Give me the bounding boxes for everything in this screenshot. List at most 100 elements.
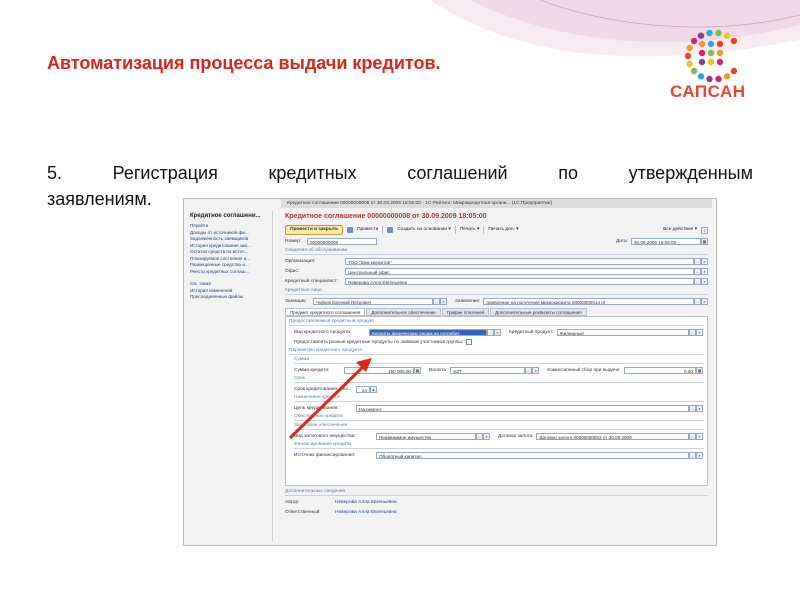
search-icon[interactable]: ⌕ [532,366,540,374]
number-field[interactable]: 00000000008 [307,237,377,245]
save-icon[interactable] [347,227,354,233]
select-button[interactable]: … [689,328,696,336]
logo-dot [707,58,715,66]
funding-label: Источник финансирования: [294,452,356,458]
search-icon[interactable]: ⌕ [440,297,447,305]
left-nav-header: Кредитное соглашени... [190,213,261,219]
funding-field[interactable]: Оборотный капитал [376,451,689,459]
all-actions-button[interactable]: Все действия ▾ [663,226,697,234]
borrower-field[interactable]: Чуйков Евгений Петрович [313,297,433,305]
org-row: Организация: ТОО "Дом кредитов" … ⌕ [285,257,708,265]
logo-dot [716,49,724,57]
responsible-value: Неверова Алла Евгеньевна [335,509,397,515]
left-nav-panel: Кредитное соглашени... Перейти Доходы от… [188,211,270,541]
purpose-field[interactable]: На ремонт [356,404,689,412]
fee-field[interactable]: 0,00 [623,366,696,374]
section-service: Сведения об обслуживании [285,248,708,255]
specialist-field[interactable]: Неверова Алла Евгеньевна [345,277,694,285]
author-row: Автор: Неверова Алла Евгеньевна [285,498,708,506]
select-button[interactable]: … [487,328,494,336]
term-field[interactable]: 24 [356,385,370,393]
create-based-button[interactable]: Создать на основании ▾ [397,226,451,234]
sum-row: Сумма кредита: 150 000,00 ▦ Валюта: KZT … [294,366,703,374]
section-params: Параметры кредитного продукта [289,348,704,355]
section-pledge: Залоговое обеспечение [294,423,704,430]
document-form: Кредитное соглашение 00000000008 от 30.0… [281,199,712,545]
logo-dot [707,40,715,48]
body-word: соглашений [407,163,508,183]
logo-dot [723,73,731,80]
select-button[interactable]: … [694,277,701,285]
search-icon[interactable]: ⌕ [696,451,703,459]
search-icon[interactable]: ⌕ [696,432,703,440]
number-label: Номер: [285,238,302,244]
date-field[interactable]: 30.09.2009 18:05:00 [631,237,701,245]
section-product: Предоставляемый кредитный продукт [289,319,704,326]
search-icon[interactable]: ⌕ [696,404,703,412]
list-icon[interactable] [387,227,394,233]
purpose-label: Цель кредитования: [294,405,339,411]
logo-dot [706,29,713,37]
tab-payment-schedule[interactable]: График платежей [441,308,490,316]
provide-checkbox[interactable] [466,339,473,345]
search-icon[interactable]: ⌕ [701,297,708,305]
search-icon[interactable]: ⌕ [701,277,708,285]
product-kind-label: Вид кредитного продукта: [294,329,352,335]
select-button[interactable]: … [433,297,440,305]
post-and-close-button[interactable]: Провести и закрыть [285,225,344,235]
select-button[interactable]: … [694,257,701,265]
search-icon[interactable]: ⌕ [483,432,490,440]
select-button[interactable]: … [694,267,701,275]
logo-dot [730,67,738,75]
tab-subject[interactable]: Предмет кредитного соглашения [285,308,366,316]
select-button[interactable]: … [694,297,701,305]
help-icon[interactable]: ? [701,226,708,234]
logo-dot [707,49,715,57]
search-icon[interactable]: ⌕ [494,328,501,336]
select-button[interactable]: … [476,432,483,440]
office-field[interactable]: Центральный офис [345,267,694,275]
tab-extra-security[interactable]: Дополнительное обеспечение [366,308,441,316]
print-additional-button[interactable]: Печать доп. ▾ [488,226,518,234]
spin-icon[interactable]: ▴ [370,385,377,393]
term-row: Срок кредитования, мес.: 24 ▴ [294,385,703,393]
calendar-icon[interactable]: ▦ [701,237,708,245]
application-label: Заявление: [455,298,481,304]
specialist-row: Кредитный специалист: Неверова Алла Евге… [285,277,708,285]
search-icon[interactable]: ⌕ [696,328,703,336]
calculator-icon[interactable]: ▦ [696,366,703,374]
office-label: Офис: [285,268,300,274]
section-funding: Финансирование кредита [294,442,704,449]
org-field[interactable]: ТОО "Дом кредитов" [345,257,694,265]
search-icon[interactable]: ⌕ [701,267,708,275]
select-button[interactable]: … [689,432,696,440]
sum-field[interactable]: 150 000,00 [344,366,414,374]
body-word: по [558,163,578,183]
body-word: Регистрация [112,163,218,183]
tab-extra-requisites[interactable]: Дополнительные реквизиты соглашения [490,308,587,316]
currency-label: Валюта: [429,367,448,373]
specialist-label: Кредитный специалист: [285,278,338,284]
pledge-contract-label: Договор залога: [498,433,534,439]
select-button[interactable]: … [689,451,696,459]
post-button[interactable]: Провести [357,226,378,234]
left-nav-item[interactable]: Присоединенные файлы [188,294,270,301]
application-field[interactable]: Заявление на получение микрокредита 0000… [483,297,694,305]
term-label: Срок кредитования, мес.: [294,386,351,392]
pledge-contract-field[interactable]: Договор залога 00000000003 от 30.09.2009 [536,432,689,440]
select-button[interactable]: … [689,404,696,412]
calculator-icon[interactable]: ▦ [414,366,421,374]
logo-dot [698,49,706,57]
search-icon[interactable]: ⌕ [701,257,708,265]
print-button[interactable]: Печать ▾ [460,226,479,234]
logo-dot [716,58,724,66]
logo-dot [690,67,698,75]
select-button[interactable]: … [525,366,533,374]
section-term: Срок [294,376,704,383]
panel-splitter[interactable] [272,211,275,541]
pledge-kind-field[interactable]: Недвижимое имущество [376,432,476,440]
body-line-1: 5. Регистрация кредитных соглашений по у… [47,160,753,186]
credit-product-field[interactable]: Жилищный [556,328,689,336]
product-kind-field[interactable]: Кредиты физическим лицам на потребит [369,328,487,336]
currency-field[interactable]: KZT [450,366,526,374]
